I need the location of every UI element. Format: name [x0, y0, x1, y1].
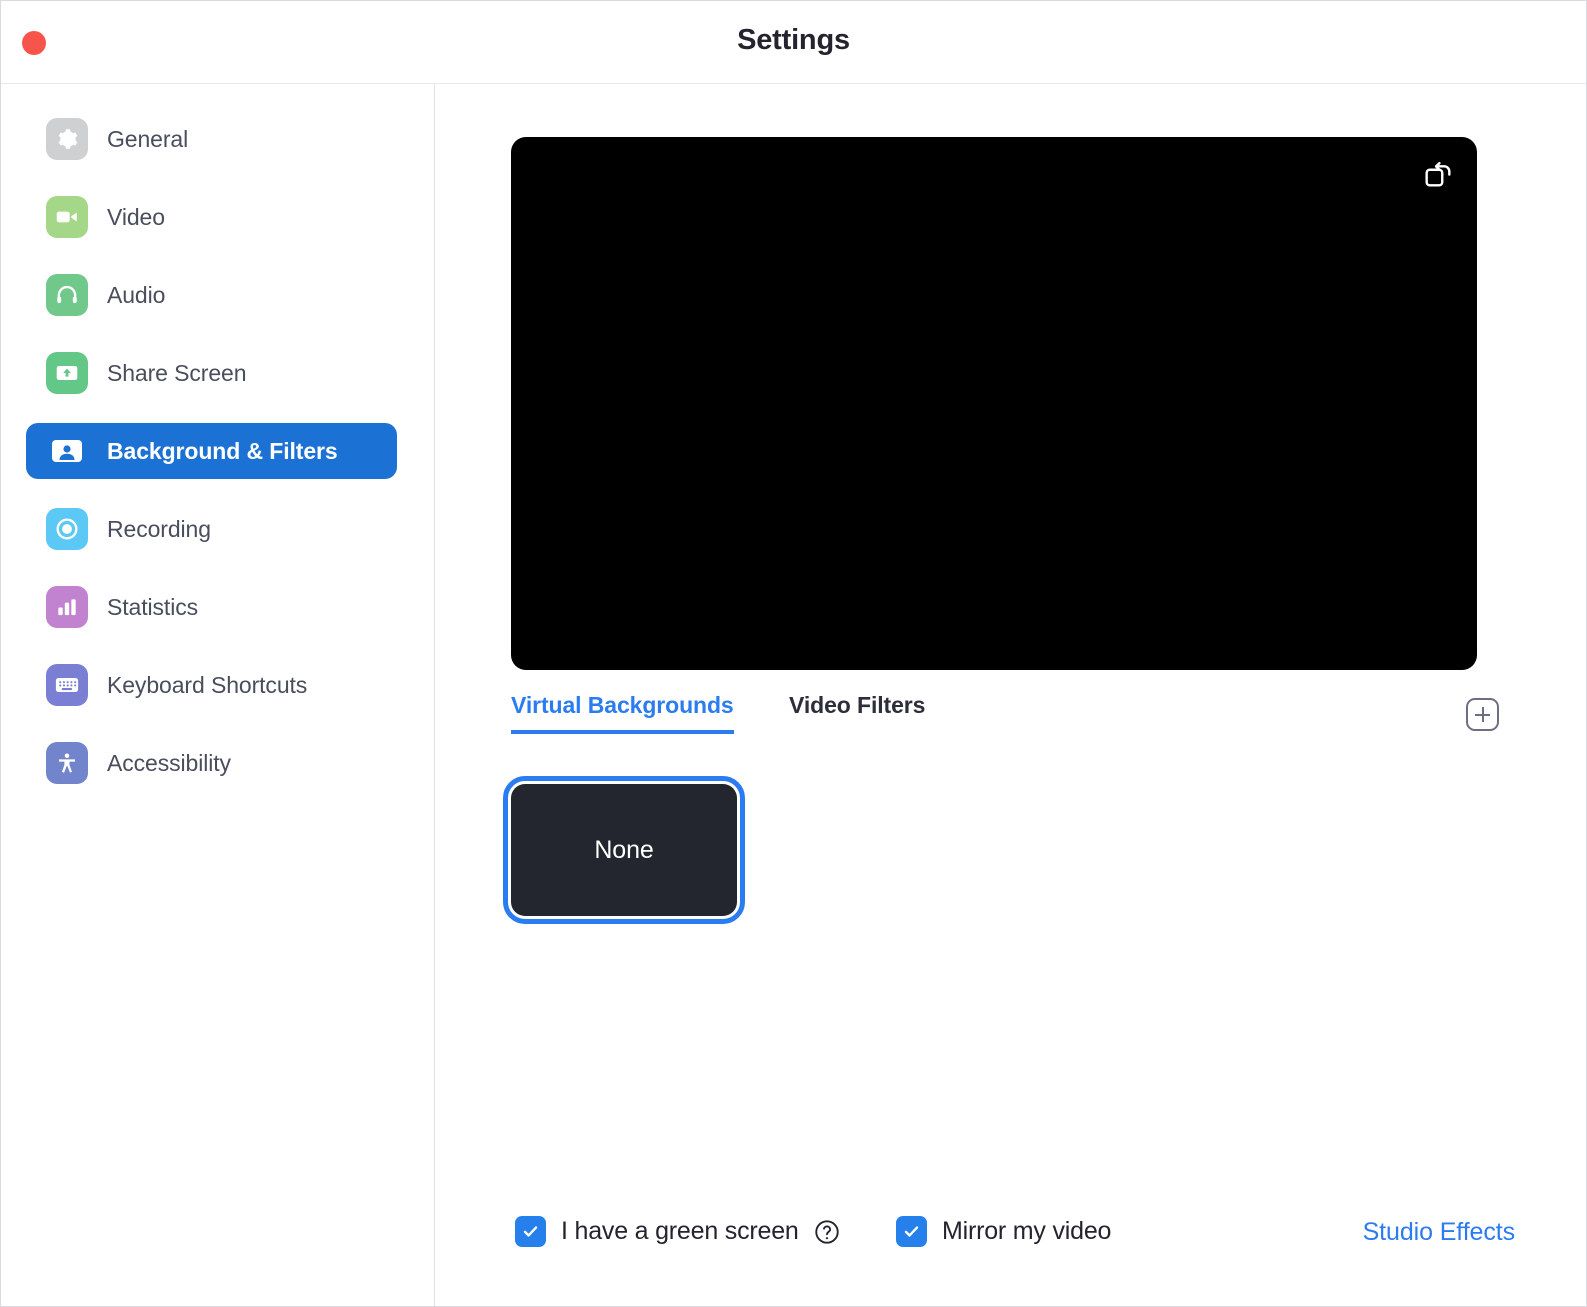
studio-effects-link[interactable]: Studio Effects [1363, 1218, 1516, 1247]
upload-icon [46, 352, 88, 394]
settings-window: Settings General Video Audio Share Scree… [0, 0, 1587, 1307]
sidebar-item-video[interactable]: Video [26, 189, 397, 245]
background-tile-label: None [594, 835, 654, 864]
sidebar-item-keyboard-shortcuts[interactable]: Keyboard Shortcuts [26, 657, 397, 713]
sidebar: General Video Audio Share Screen Backgro… [1, 84, 435, 1306]
page-title: Settings [737, 24, 850, 56]
tab-virtual-backgrounds[interactable]: Virtual Backgrounds [511, 692, 734, 734]
footer-controls: I have a green screen Mirror my video St… [435, 1216, 1586, 1266]
mirror-video-label: Mirror my video [942, 1217, 1112, 1245]
sidebar-item-label: Share Screen [107, 359, 247, 386]
sidebar-item-label: Recording [107, 515, 211, 542]
sidebar-item-label: Video [107, 203, 165, 230]
add-background-button[interactable] [1466, 698, 1499, 731]
sidebar-item-accessibility[interactable]: Accessibility [26, 735, 397, 791]
sidebar-item-label: Accessibility [107, 749, 231, 776]
record-icon [46, 508, 88, 550]
sidebar-item-label: Background & Filters [107, 437, 338, 464]
video-preview [511, 137, 1477, 670]
gear-icon [46, 118, 88, 160]
rotate-camera-icon[interactable] [1421, 157, 1455, 191]
green-screen-checkbox-group[interactable]: I have a green screen [515, 1216, 841, 1247]
background-tile-none[interactable]: None [503, 776, 745, 924]
camera-icon [46, 196, 88, 238]
sidebar-item-background-filters[interactable]: Background & Filters [26, 423, 397, 479]
settings-body: General Video Audio Share Screen Backgro… [1, 84, 1586, 1306]
sidebar-item-share-screen[interactable]: Share Screen [26, 345, 397, 401]
keyboard-icon [46, 664, 88, 706]
sidebar-item-recording[interactable]: Recording [26, 501, 397, 557]
mirror-video-checkbox[interactable] [896, 1216, 927, 1247]
sidebar-item-label: General [107, 125, 189, 152]
accessibility-icon [46, 742, 88, 784]
title-bar: Settings [1, 1, 1586, 84]
sidebar-item-audio[interactable]: Audio [26, 267, 397, 323]
help-circle-icon[interactable] [813, 1218, 841, 1246]
mirror-video-checkbox-group[interactable]: Mirror my video [896, 1216, 1111, 1247]
sidebar-item-statistics[interactable]: Statistics [26, 579, 397, 635]
headphones-icon [46, 274, 88, 316]
bar-chart-icon [46, 586, 88, 628]
sidebar-item-label: Statistics [107, 593, 199, 620]
background-tile-list: None [503, 776, 745, 924]
tab-video-filters[interactable]: Video Filters [789, 692, 925, 730]
sidebar-item-label: Keyboard Shortcuts [107, 671, 308, 698]
sidebar-item-label: Audio [107, 281, 166, 308]
sidebar-item-general[interactable]: General [26, 111, 397, 167]
main-panel: Virtual Backgrounds Video Filters None I… [435, 84, 1586, 1306]
green-screen-label: I have a green screen [561, 1217, 799, 1245]
background-tabs: Virtual Backgrounds Video Filters [511, 692, 1521, 742]
green-screen-checkbox[interactable] [515, 1216, 546, 1247]
person-icon [46, 430, 88, 472]
